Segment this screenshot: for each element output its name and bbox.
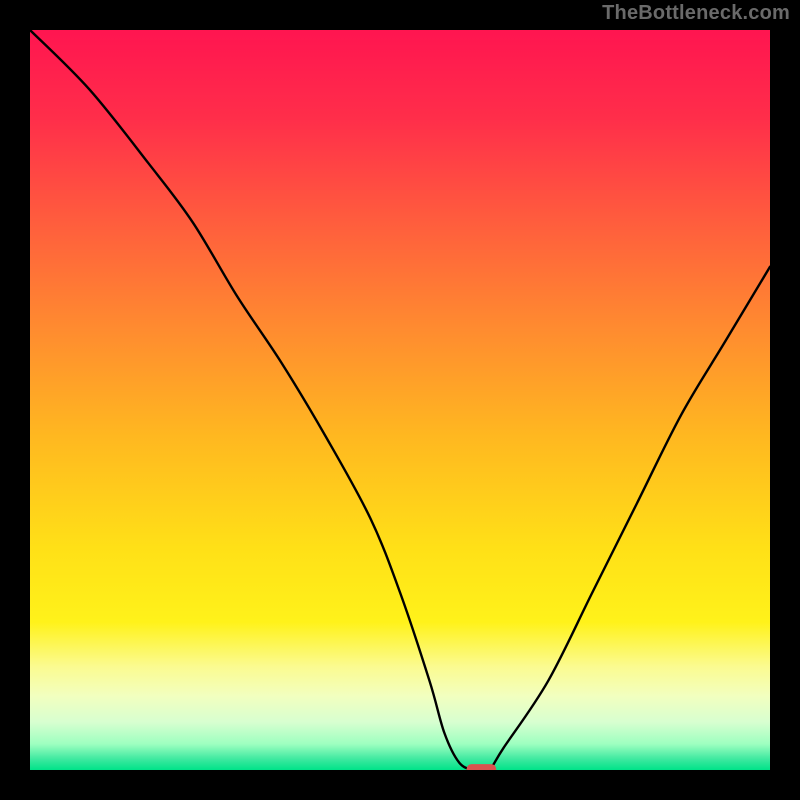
plot-area bbox=[30, 30, 770, 770]
plot-svg bbox=[30, 30, 770, 770]
chart-frame: TheBottleneck.com bbox=[0, 0, 800, 800]
optimal-marker bbox=[467, 764, 497, 770]
gradient-background bbox=[30, 30, 770, 770]
watermark-text: TheBottleneck.com bbox=[602, 2, 790, 25]
